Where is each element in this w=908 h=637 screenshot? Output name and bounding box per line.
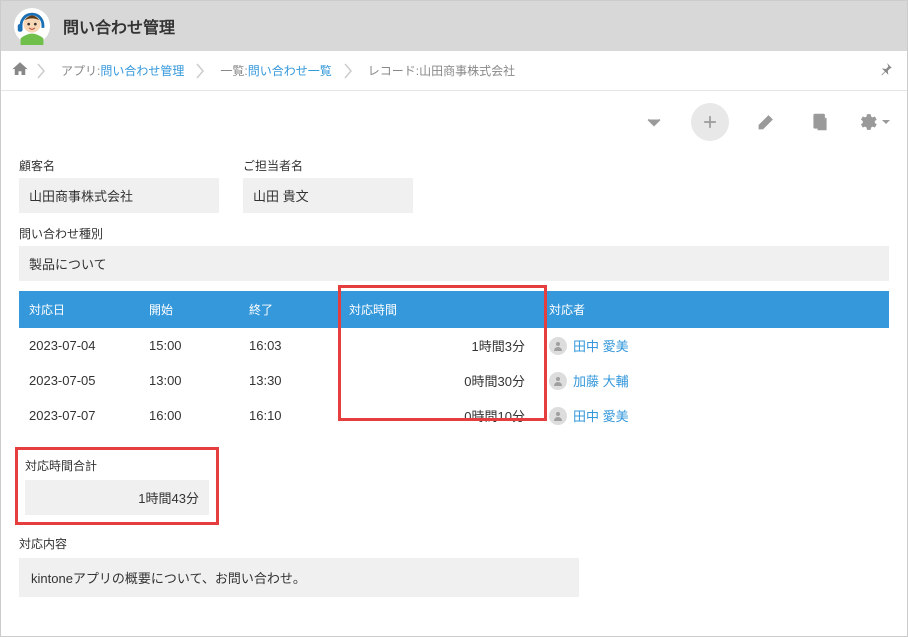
field-label: 問い合わせ種別 [19,225,889,242]
field-value: 製品について [19,246,889,281]
table-row: 2023-07-04 15:00 16:03 1時間3分 田中 愛美 [19,328,889,363]
field-value: 山田 貴文 [243,178,413,213]
breadcrumb-list-link[interactable]: 問い合わせ一覧 [248,62,332,79]
add-button[interactable] [691,103,729,141]
th-date: 対応日 [19,291,139,328]
app-avatar-icon [13,7,51,45]
breadcrumb-list: 一覧: 問い合わせ一覧 [212,62,339,79]
app-header: 問い合わせ管理 [1,1,907,51]
field-value: 1時間43分 [25,480,209,515]
total-duration-field: 対応時間合計 1時間43分 [19,451,215,521]
breadcrumb-app: アプリ: 問い合わせ管理 [53,62,192,79]
response-table: 対応日 開始 終了 対応時間 対応者 2023-07-04 15:00 16:0… [19,291,889,433]
settings-button[interactable] [857,111,891,133]
breadcrumb-record: レコード: 山田商事株式会社 [360,62,523,79]
toolbar [1,91,907,153]
field-value: 山田商事株式会社 [19,178,219,213]
field-label: ご担当者名 [243,157,413,174]
person-link[interactable]: 田中 愛美 [549,406,629,425]
avatar-icon [549,337,567,355]
th-start: 開始 [139,291,239,328]
field-label: 顧客名 [19,157,219,174]
person-link[interactable]: 加藤 大輔 [549,371,629,390]
person-link[interactable]: 田中 愛美 [549,336,629,355]
edit-button[interactable] [749,105,783,139]
avatar-icon [549,407,567,425]
th-person: 対応者 [539,291,889,328]
field-value: kintoneアプリの概要について、お問い合わせ。 [19,558,579,597]
chevron-right-icon [37,56,49,86]
chevron-right-icon [344,56,356,86]
field-type: 問い合わせ種別 製品について [19,225,889,281]
table-row: 2023-07-07 16:00 16:10 0時間10分 田中 愛美 [19,398,889,433]
avatar-icon [549,372,567,390]
field-label: 対応時間合計 [25,457,209,474]
breadcrumb: アプリ: 問い合わせ管理 一覧: 問い合わせ一覧 レコード: 山田商事株式会社 [1,51,907,91]
record-content: 顧客名 山田商事株式会社 ご担当者名 山田 貴文 問い合わせ種別 製品について … [1,153,907,617]
table-row: 2023-07-05 13:00 13:30 0時間30分 加藤 大輔 [19,363,889,398]
th-end: 終了 [239,291,339,328]
chevron-right-icon [196,56,208,86]
field-customer: 顧客名 山田商事株式会社 [19,157,219,213]
field-contact: ご担当者名 山田 貴文 [243,157,413,213]
home-icon[interactable] [11,60,33,81]
field-label: 対応内容 [19,535,889,552]
th-duration: 対応時間 [339,291,539,328]
breadcrumb-app-link[interactable]: 問い合わせ管理 [100,62,184,79]
field-content: 対応内容 kintoneアプリの概要について、お問い合わせ。 [19,535,889,597]
pin-icon[interactable] [879,62,893,79]
chevron-down-icon[interactable] [637,105,671,139]
duplicate-button[interactable] [803,105,837,139]
app-title: 問い合わせ管理 [63,14,175,38]
